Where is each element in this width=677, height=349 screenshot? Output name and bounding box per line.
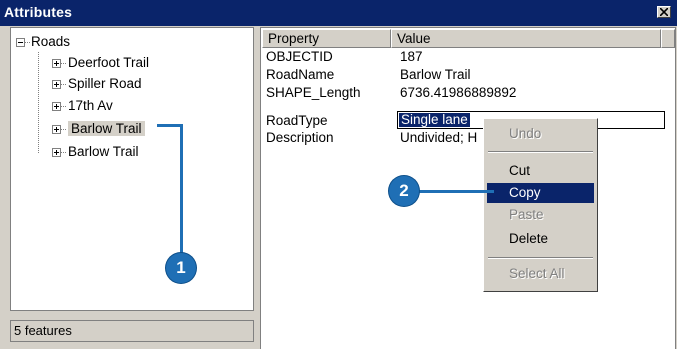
menu-item-copy[interactable]: Copy <box>487 183 594 203</box>
value-column-header[interactable]: Value <box>391 29 661 48</box>
tree-item-17th-av[interactable]: 17th Av <box>68 97 113 115</box>
callout-1: 1 <box>166 253 196 283</box>
feature-count: 5 features <box>14 323 72 338</box>
property-cell[interactable]: OBJECTID <box>266 48 333 65</box>
window-title: Attributes <box>4 4 73 20</box>
menu-item-cut[interactable]: Cut <box>487 161 594 181</box>
expand-icon[interactable] <box>52 59 61 68</box>
menu-separator <box>488 151 593 153</box>
tree-root-roads[interactable]: Roads <box>31 33 70 51</box>
menu-item-delete[interactable]: Delete <box>487 229 594 249</box>
tree-root-label: Roads <box>31 34 71 49</box>
value-cell[interactable]: Undivided; H <box>400 129 477 146</box>
callout-1-leader <box>180 124 183 254</box>
menu-item-select-all[interactable]: Select All <box>487 264 594 284</box>
property-cell[interactable]: Description <box>266 129 334 146</box>
selected-text: Single lane <box>399 112 470 127</box>
property-cell[interactable]: RoadType <box>266 112 328 129</box>
tree-item-deerfoot-trail[interactable]: Deerfoot Trail <box>68 54 149 72</box>
menu-item-undo[interactable]: Undo <box>487 124 594 144</box>
expand-icon[interactable] <box>52 148 61 157</box>
feature-tree[interactable]: Roads Deerfoot Trail Spiller Road 17th A… <box>10 27 254 311</box>
context-menu: Undo Cut Copy Paste Delete Select All <box>483 118 598 292</box>
callout-2: 2 <box>389 176 419 206</box>
menu-separator <box>488 257 593 259</box>
expand-icon[interactable] <box>52 125 61 134</box>
value-cell[interactable]: Barlow Trail <box>400 66 471 83</box>
expand-icon[interactable] <box>52 80 61 89</box>
tree-item-barlow-trail[interactable]: Barlow Trail <box>68 143 139 161</box>
menu-item-paste[interactable]: Paste <box>487 205 594 225</box>
value-cell[interactable]: 187 <box>400 48 423 65</box>
title-bar[interactable]: Attributes <box>0 0 677 26</box>
collapse-icon[interactable] <box>16 38 25 47</box>
value-cell[interactable]: 6736.41986889892 <box>400 84 516 101</box>
property-cell[interactable]: SHAPE_Length <box>266 84 361 101</box>
property-cell[interactable]: RoadName <box>266 66 334 83</box>
callout-2-leader <box>410 190 494 193</box>
property-column-header[interactable]: Property <box>262 29 391 48</box>
header-filler <box>661 29 675 48</box>
attribute-grid[interactable]: Property Value OBJECTID 187 RoadName Bar… <box>260 27 676 349</box>
attributes-window: Attributes Roads Deerfoot Trail Spiller … <box>0 0 677 349</box>
expand-icon[interactable] <box>52 102 61 111</box>
close-button[interactable] <box>657 6 671 18</box>
close-x-icon <box>660 8 668 16</box>
tree-item-spiller-road[interactable]: Spiller Road <box>68 75 142 93</box>
status-bar: 5 features <box>10 320 254 342</box>
tree-item-barlow-trail-selected[interactable]: Barlow Trail <box>68 120 145 138</box>
